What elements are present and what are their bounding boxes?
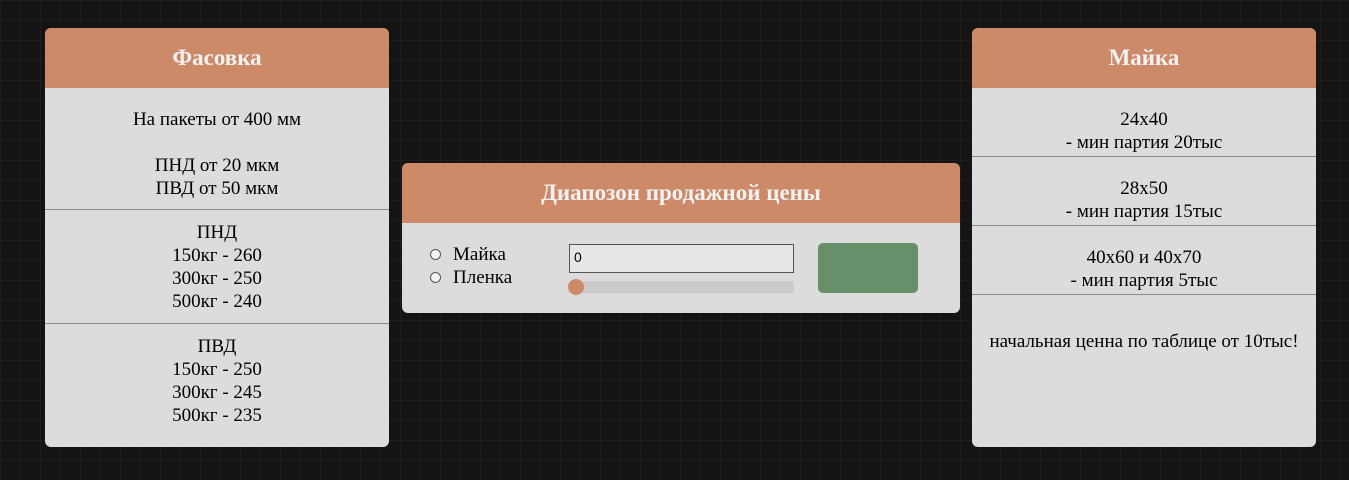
radio-mayka-label[interactable]: Майка [453,244,506,266]
price-range-card: Диапозон продажной цены Майка Пленка 0 [402,163,960,313]
pvd-price-section: ПВД 150кг - 250 300кг - 245 500кг - 235 [45,324,389,437]
min-batch-label: - мин партия 5тыс [1070,270,1218,291]
price-slider-thumb[interactable] [568,279,584,295]
pvd-heading: ПВД [197,336,237,357]
pnd-price-section: ПНД 150кг - 260 300кг - 250 500кг - 240 [45,210,389,324]
size-section: 24х40 - мин партия 20тыс [972,88,1316,157]
size-section: 40х60 и 40х70 - мин партия 5тыс [972,226,1316,295]
price-range-body: Майка Пленка 0 [402,223,960,313]
size-label: 24х40 [1120,109,1168,130]
packing-info-line: ПВД от 50 мкм [155,178,279,199]
price-row: 500кг - 235 [172,405,262,426]
packing-card: Фасовка На пакеты от 400 мм ПНД от 20 мк… [45,28,389,447]
size-label: 28х50 [1120,178,1168,199]
price-row: 300кг - 250 [172,268,262,289]
price-row: 150кг - 260 [172,245,262,266]
min-batch-label: - мин партия 15тыс [1065,201,1223,222]
radio-plenka[interactable] [430,272,441,283]
price-row: 300кг - 245 [172,382,262,403]
size-label: 40х60 и 40х70 [1086,247,1202,268]
starting-price-note: начальная ценна по таблице от 10тыс! [989,331,1299,352]
price-row: 500кг - 240 [172,291,262,312]
packing-card-title: Фасовка [45,28,389,88]
radio-option-mayka[interactable]: Майка [430,243,512,266]
product-type-radio-group: Майка Пленка [430,243,512,289]
price-range-title: Диапозон продажной цены [402,163,960,223]
size-section: 28х50 - мин партия 15тыс [972,157,1316,226]
radio-mayka[interactable] [430,249,441,260]
mayka-card-title: Майка [972,28,1316,88]
submit-button[interactable] [818,243,918,293]
min-batch-label: - мин партия 20тыс [1065,132,1223,153]
radio-plenka-label[interactable]: Пленка [453,267,512,289]
radio-option-plenka[interactable]: Пленка [430,266,512,289]
price-row: 150кг - 250 [172,359,262,380]
price-slider[interactable] [568,279,794,295]
packing-info-line: ПНД от 20 мкм [154,155,280,176]
price-input[interactable]: 0 [569,244,794,273]
mayka-card: Майка 24х40 - мин партия 20тыс 28х50 - м… [972,28,1316,447]
packing-info-section: На пакеты от 400 мм ПНД от 20 мкм ПВД от… [45,88,389,210]
pnd-heading: ПНД [196,222,238,243]
packing-info-line: На пакеты от 400 мм [132,109,302,130]
